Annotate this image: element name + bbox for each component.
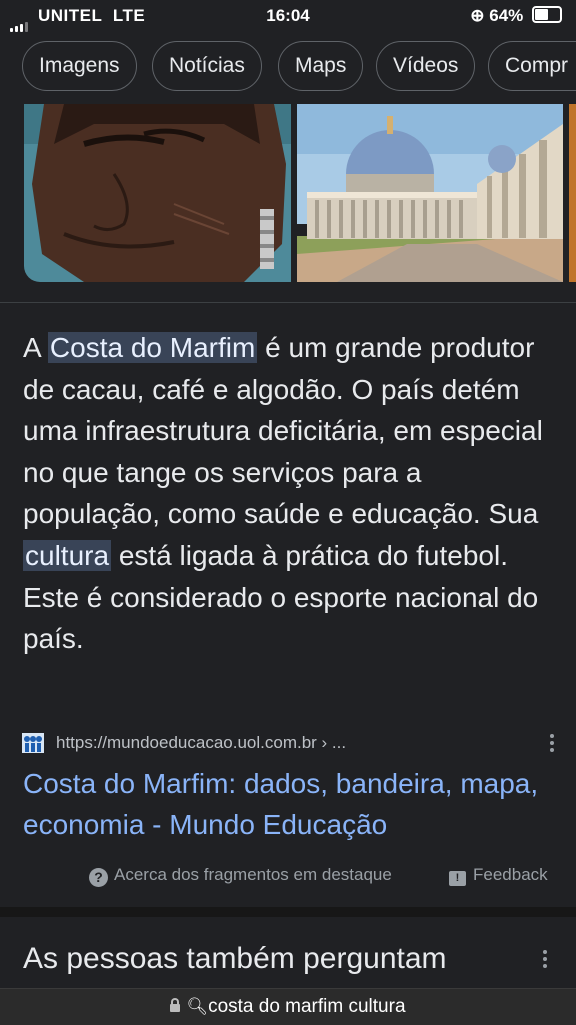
battery-icon [532, 6, 562, 23]
status-bar: UNITEL LTE 16:04 ⊕ 64% [0, 0, 576, 32]
result-source[interactable]: https://mundoeducacao.uol.com.br › ... [22, 732, 562, 754]
result-title-link[interactable]: Costa do Marfim: dados, bandeira, mapa, … [23, 763, 543, 845]
about-snippets-button[interactable]: ? Acerca dos fragmentos em destaque [89, 865, 392, 887]
featured-snippet-text: A Costa do Marfim é um grande produtor d… [23, 327, 553, 660]
image-carousel [0, 104, 576, 282]
site-favicon-icon [22, 733, 44, 753]
section-separator [0, 907, 576, 917]
more-options-icon[interactable] [542, 732, 562, 756]
portrait-image[interactable] [24, 104, 291, 282]
highlight-cultura: cultura [23, 539, 112, 571]
battery-percent: 64% [489, 6, 524, 25]
partial-image[interactable] [569, 104, 576, 282]
snippet-text-start: A [23, 332, 48, 363]
about-snippets-label: Acerca dos fragmentos em destaque [114, 865, 392, 884]
search-filter-chips: Imagens Notícias Maps Vídeos Compr [0, 41, 576, 93]
chip-imagens[interactable]: Imagens [22, 41, 137, 91]
orientation-lock-icon: ⊕ [470, 6, 485, 25]
basilica-image[interactable] [297, 104, 563, 282]
chip-videos[interactable]: Vídeos [376, 41, 476, 91]
chip-compras[interactable]: Compr [488, 41, 576, 91]
chip-noticias[interactable]: Notícias [152, 41, 262, 91]
lock-icon [170, 998, 181, 1012]
result-url[interactable]: https://mundoeducacao.uol.com.br › ... [56, 733, 346, 753]
divider [0, 302, 576, 303]
paa-more-options-icon[interactable] [535, 948, 555, 972]
feedback-icon: ! [449, 871, 466, 886]
address-bar[interactable]: 🔍︎costa do marfim cultura [0, 988, 576, 1025]
address-bar-query: costa do marfim cultura [208, 996, 406, 1017]
search-icon: 🔍︎ [186, 997, 209, 1016]
highlight-costa-do-marfim: Costa do Marfim [47, 332, 258, 363]
help-icon: ? [89, 868, 108, 887]
battery-status: ⊕ 64% [470, 6, 562, 26]
feedback-label: Feedback [473, 865, 548, 884]
feedback-button[interactable]: ! Feedback [449, 865, 548, 886]
people-also-ask-heading: As pessoas também perguntam [23, 942, 447, 975]
snippet-footer: ? Acerca dos fragmentos em destaque ! Feed… [0, 862, 576, 890]
chip-maps[interactable]: Maps [278, 41, 364, 91]
